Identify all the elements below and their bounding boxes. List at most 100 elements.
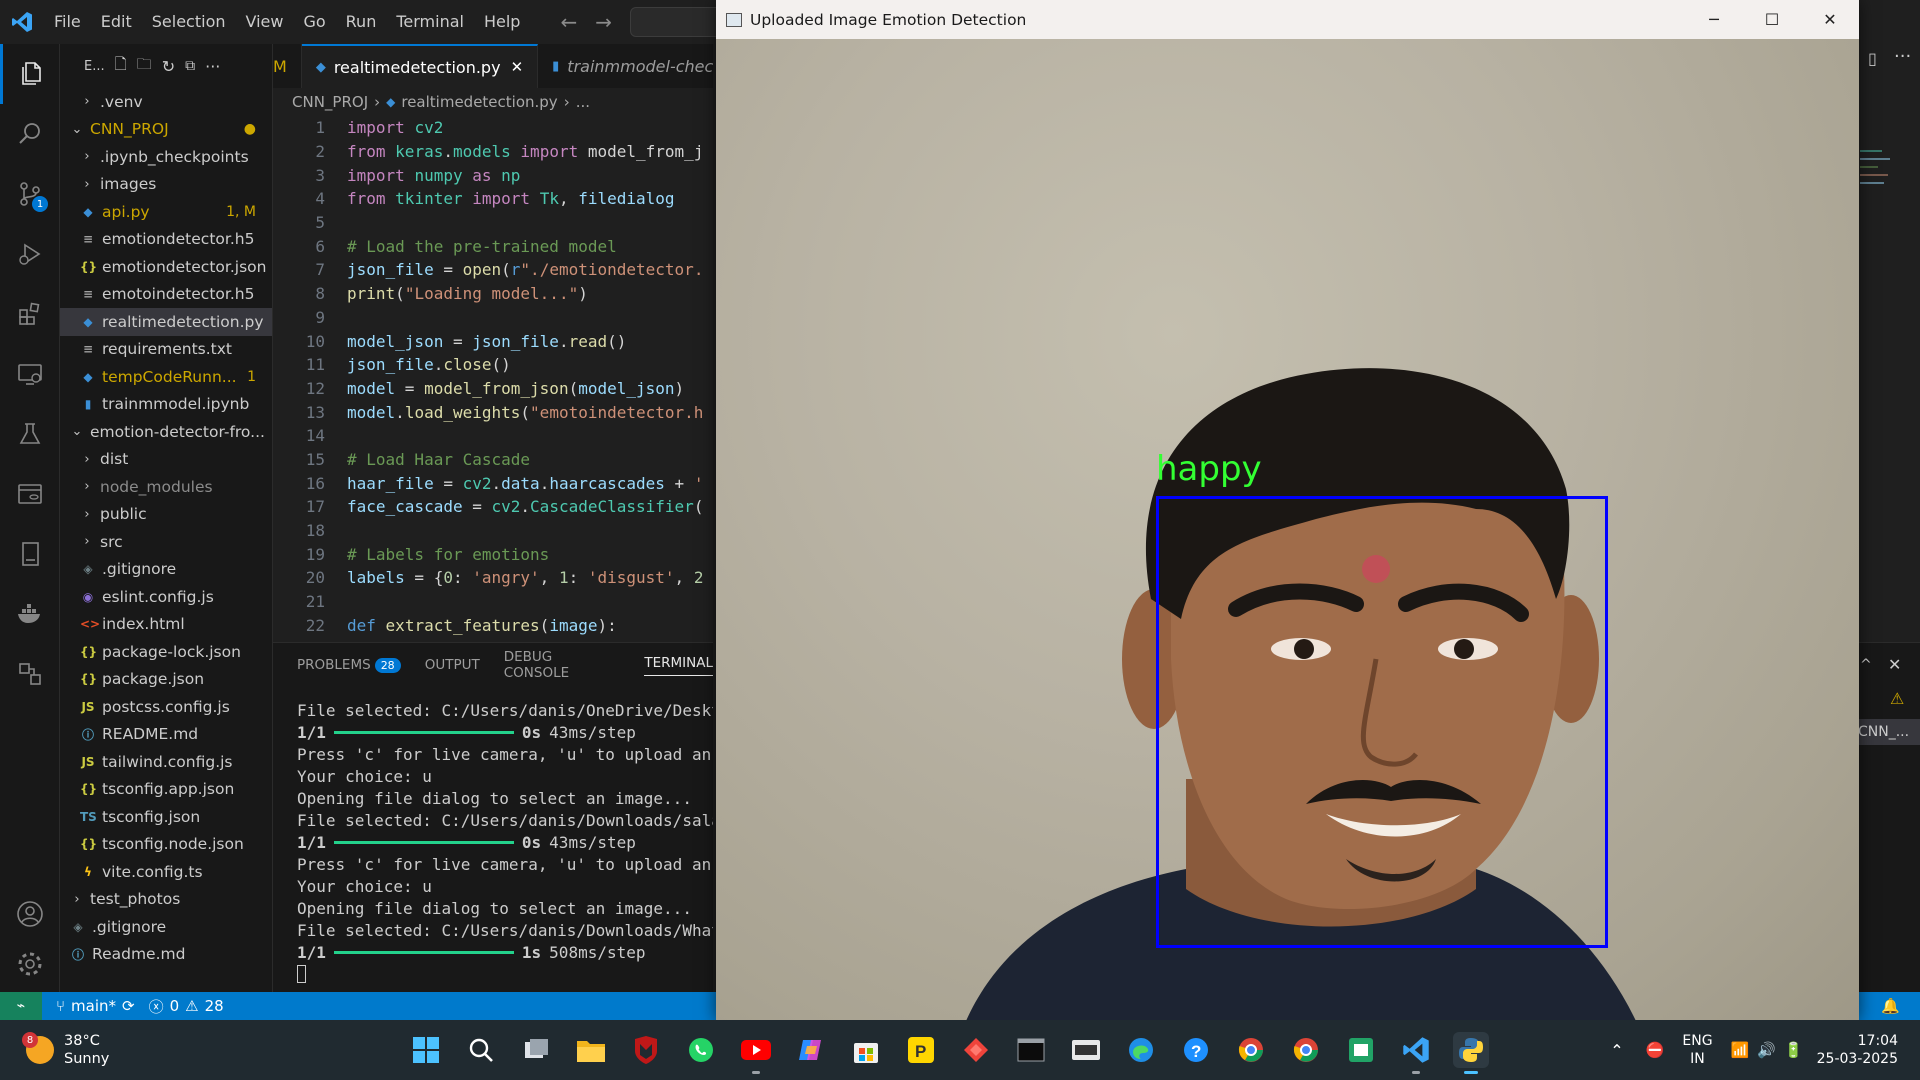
start-windows-icon[interactable] [408,1032,444,1068]
explorer-item[interactable]: › .ipynb_checkpoints [60,143,272,171]
terminal-prompt[interactable] [297,963,713,985]
explorer-item[interactable]: {} emotiondetector.json [60,253,272,281]
image-window-titlebar[interactable]: Uploaded Image Emotion Detection ─ ☐ ✕ [716,0,1859,39]
news-app-icon[interactable] [1068,1032,1104,1068]
close-panel-icon[interactable]: ✕ [1888,655,1901,674]
branch-indicator[interactable]: ⑂ main* ⟳ [56,997,135,1015]
explorer-item[interactable]: › images [60,171,272,199]
terminal-output[interactable]: File selected: C:/Users/danis/OneDrive/D… [273,687,713,985]
explorer-item[interactable]: {} tsconfig.node.json [60,831,272,859]
more-actions-icon[interactable]: ··· [205,57,220,76]
menu-terminal[interactable]: Terminal [386,0,474,44]
explorer-item[interactable]: › test_photos [60,886,272,914]
breadcrumb-file[interactable]: realtimedetection.py [401,93,557,111]
file-explorer-icon[interactable] [573,1032,609,1068]
explorer-item[interactable]: › src [60,528,272,556]
clock[interactable]: 17:04 25-03-2025 [1817,1032,1898,1068]
network-off-icon[interactable]: ⛔ [1646,1041,1665,1059]
tab-problems[interactable]: PROBLEMS 28 [297,657,401,673]
notifications-bell-icon[interactable]: 🔔 [1881,997,1900,1015]
testing-icon[interactable] [0,404,60,464]
vscode-taskbar-icon[interactable] [1398,1032,1434,1074]
explorer-item[interactable]: › dist [60,446,272,474]
search-icon[interactable] [463,1032,499,1068]
explorer-item[interactable]: ▮ trainmmodel.ipynb [60,391,272,419]
explorer-item[interactable]: ϟ vite.config.ts [60,858,272,886]
explorer-item[interactable]: ◆ tempCodeRunn... 1 [60,363,272,391]
explorer-item[interactable]: ≡ emotiondetector.h5 [60,226,272,254]
menu-run[interactable]: Run [336,0,387,44]
show-hidden-icons-icon[interactable]: ⌃ [1610,1041,1623,1060]
maximize-panel-icon[interactable]: ^ [1860,657,1872,673]
terminal-instance[interactable]: CNN_... [1858,719,1920,745]
source-control-icon[interactable]: 1 [0,164,60,224]
battery-icon[interactable]: 🔋 [1784,1041,1803,1059]
menu-help[interactable]: Help [474,0,530,44]
run-debug-icon[interactable] [0,224,60,284]
notebook-icon[interactable] [0,524,60,584]
close-icon[interactable]: ✕ [1801,0,1859,39]
explorer-item[interactable]: › public [60,501,272,529]
menu-view[interactable]: View [236,0,294,44]
explorer-item[interactable]: JS postcss.config.js [60,693,272,721]
microsoft-store-icon[interactable] [848,1032,884,1068]
problems-indicator[interactable]: ⓧ 0 ⚠ 28 [149,996,224,1017]
explorer-item[interactable]: {} tsconfig.app.json [60,776,272,804]
explorer-item[interactable]: ≡ emotoindetector.h5 [60,281,272,309]
tab-terminal[interactable]: TERMINAL [644,655,713,676]
terminal-icon[interactable] [1013,1032,1049,1068]
weather-widget[interactable]: 8 38°C Sunny [22,1032,109,1068]
edge-browser-icon[interactable] [1123,1032,1159,1068]
collapse-icon[interactable]: ⧉ [185,58,195,74]
menu-edit[interactable]: Edit [91,0,142,44]
split-editor-icon[interactable]: ▯ [1868,49,1877,68]
remote-connections-icon[interactable] [0,644,60,704]
more-actions-icon[interactable]: ··· [1894,46,1911,67]
explorer-item[interactable]: <> index.html [60,611,272,639]
explorer-item[interactable]: {} package-lock.json [60,638,272,666]
tab-debug-console[interactable]: DEBUG CONSOLE [504,649,621,681]
python-app-icon[interactable] [1453,1032,1489,1074]
volume-icon[interactable]: 🔊 [1757,1041,1776,1059]
forward-arrow-icon[interactable]: → [595,10,612,34]
copilot-icon[interactable] [793,1032,829,1068]
maximize-icon[interactable]: ☐ [1743,0,1801,39]
explorer-item[interactable]: ◈ .gitignore [60,913,272,941]
explorer-item[interactable]: ⌄ CNN_PROJ ● [60,116,272,144]
breadcrumb-folder[interactable]: CNN_PROJ [292,93,368,111]
explorer-item[interactable]: › node_modules [60,473,272,501]
explorer-item[interactable]: {} package.json [60,666,272,694]
explorer-item[interactable]: TS tsconfig.json [60,803,272,831]
help-tips-icon[interactable]: ? [1178,1032,1214,1068]
docker-icon[interactable] [0,584,60,644]
whatsapp-icon[interactable] [683,1032,719,1068]
youtube-icon[interactable] [738,1032,774,1074]
code-editor[interactable]: 1 import cv2 2 from keras.models import mod… [273,116,713,642]
database-icon[interactable] [0,464,60,524]
tab-output[interactable]: OUTPUT [425,657,480,673]
remote-explorer-icon[interactable] [0,344,60,404]
refresh-icon[interactable]: ↻ [162,57,175,76]
explorer-icon[interactable] [0,44,60,104]
close-tab-icon[interactable]: ✕ [511,58,524,76]
pdf-reader-icon[interactable]: P [903,1032,939,1068]
manage-gear-icon[interactable] [0,934,60,994]
tab-realtimedetection[interactable]: ◆ realtimedetection.py ✕ [301,44,539,88]
menu-selection[interactable]: Selection [142,0,236,44]
explorer-item[interactable]: › .venv [60,88,272,116]
explorer-item[interactable]: ⓘ README.md [60,721,272,749]
back-arrow-icon[interactable]: ← [560,10,577,34]
minimize-icon[interactable]: ─ [1685,0,1743,39]
new-folder-icon[interactable]: 🗀 [137,54,152,79]
explorer-item[interactable]: ⌄ emotion-detector-fro... [60,418,272,446]
remote-indicator[interactable]: ⌁ [0,992,42,1020]
explorer-item[interactable]: ◆ realtimedetection.py [60,308,272,336]
tab-fragment[interactable]: M [273,44,302,88]
explorer-item[interactable]: ◆ api.py 1, M [60,198,272,226]
menu-file[interactable]: File [44,0,91,44]
breadcrumb-symbol[interactable]: ... [576,93,590,111]
task-view-icon[interactable] [518,1032,554,1068]
language-indicator[interactable]: ENG IN [1682,1032,1712,1068]
explorer-item[interactable]: ◈ .gitignore [60,556,272,584]
anydesk-icon[interactable] [958,1032,994,1068]
